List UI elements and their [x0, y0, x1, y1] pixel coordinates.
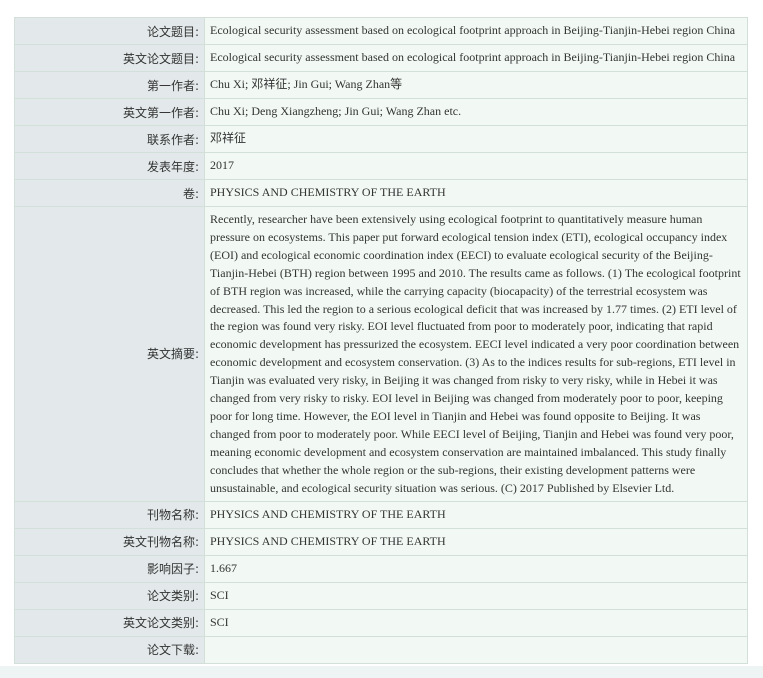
row-publication-year: 发表年度: 2017	[14, 152, 748, 180]
english-abstract-label: 英文摘要:	[14, 206, 205, 502]
english-title-value: Ecological security assessment based on …	[204, 44, 748, 72]
row-title: 论文题目: Ecological security assessment base…	[14, 17, 748, 45]
publication-year-value: 2017	[204, 152, 748, 180]
row-english-title: 英文论文题目: Ecological security assessment ba…	[14, 44, 748, 72]
first-author-value: Chu Xi; 邓祥征; Jin Gui; Wang Zhan等	[204, 71, 748, 99]
row-corresponding-author: 联系作者: 邓祥征	[14, 125, 748, 153]
english-journal-name-value: PHYSICS AND CHEMISTRY OF THE EARTH	[204, 527, 748, 556]
paper-category-label: 论文类别:	[14, 581, 205, 610]
impact-factor-value: 1.667	[204, 554, 748, 583]
english-journal-name-label: 英文刊物名称:	[14, 527, 205, 556]
paper-category-value: SCI	[204, 581, 748, 610]
impact-factor-label: 影响因子:	[14, 554, 205, 583]
row-journal-name: 刊物名称: PHYSICS AND CHEMISTRY OF THE EARTH	[14, 500, 748, 529]
journal-name-label: 刊物名称:	[14, 500, 205, 529]
row-impact-factor: 影响因子: 1.667	[14, 554, 748, 583]
volume-value: PHYSICS AND CHEMISTRY OF THE EARTH	[204, 179, 748, 207]
row-paper-category: 论文类别: SCI	[14, 581, 748, 610]
row-english-abstract: 英文摘要: Recently, researcher have been exte…	[14, 206, 748, 502]
english-abstract-value: Recently, researcher have been extensive…	[204, 206, 748, 502]
volume-label: 卷:	[14, 179, 205, 207]
corresponding-author-label: 联系作者:	[14, 125, 205, 153]
journal-name-value: PHYSICS AND CHEMISTRY OF THE EARTH	[204, 500, 748, 529]
first-author-label: 第一作者:	[14, 71, 205, 99]
english-first-author-value: Chu Xi; Deng Xiangzheng; Jin Gui; Wang Z…	[204, 98, 748, 126]
english-paper-category-value: SCI	[204, 608, 748, 637]
paper-download-label: 论文下载:	[14, 635, 205, 664]
title-value: Ecological security assessment based on …	[204, 17, 748, 45]
row-first-author: 第一作者: Chu Xi; 邓祥征; Jin Gui; Wang Zhan等	[14, 71, 748, 99]
row-english-journal-name: 英文刊物名称: PHYSICS AND CHEMISTRY OF THE EART…	[14, 527, 748, 556]
row-volume: 卷: PHYSICS AND CHEMISTRY OF THE EARTH	[14, 179, 748, 207]
publication-year-label: 发表年度:	[14, 152, 205, 180]
row-paper-download: 论文下载:	[14, 635, 748, 664]
row-english-paper-category: 英文论文类别: SCI	[14, 608, 748, 637]
english-title-label: 英文论文题目:	[14, 44, 205, 72]
english-paper-category-label: 英文论文类别:	[14, 608, 205, 637]
row-english-first-author: 英文第一作者: Chu Xi; Deng Xiangzheng; Jin Gui;…	[14, 98, 748, 126]
paper-download-value[interactable]	[204, 635, 748, 664]
title-label: 论文题目:	[14, 17, 205, 45]
paper-info-body: 论文题目: Ecological security assessment base…	[14, 17, 748, 664]
page-bottom-band	[0, 666, 763, 678]
paper-info-table: 论文题目: Ecological security assessment base…	[14, 17, 748, 664]
english-first-author-label: 英文第一作者:	[14, 98, 205, 126]
corresponding-author-value: 邓祥征	[204, 125, 748, 153]
